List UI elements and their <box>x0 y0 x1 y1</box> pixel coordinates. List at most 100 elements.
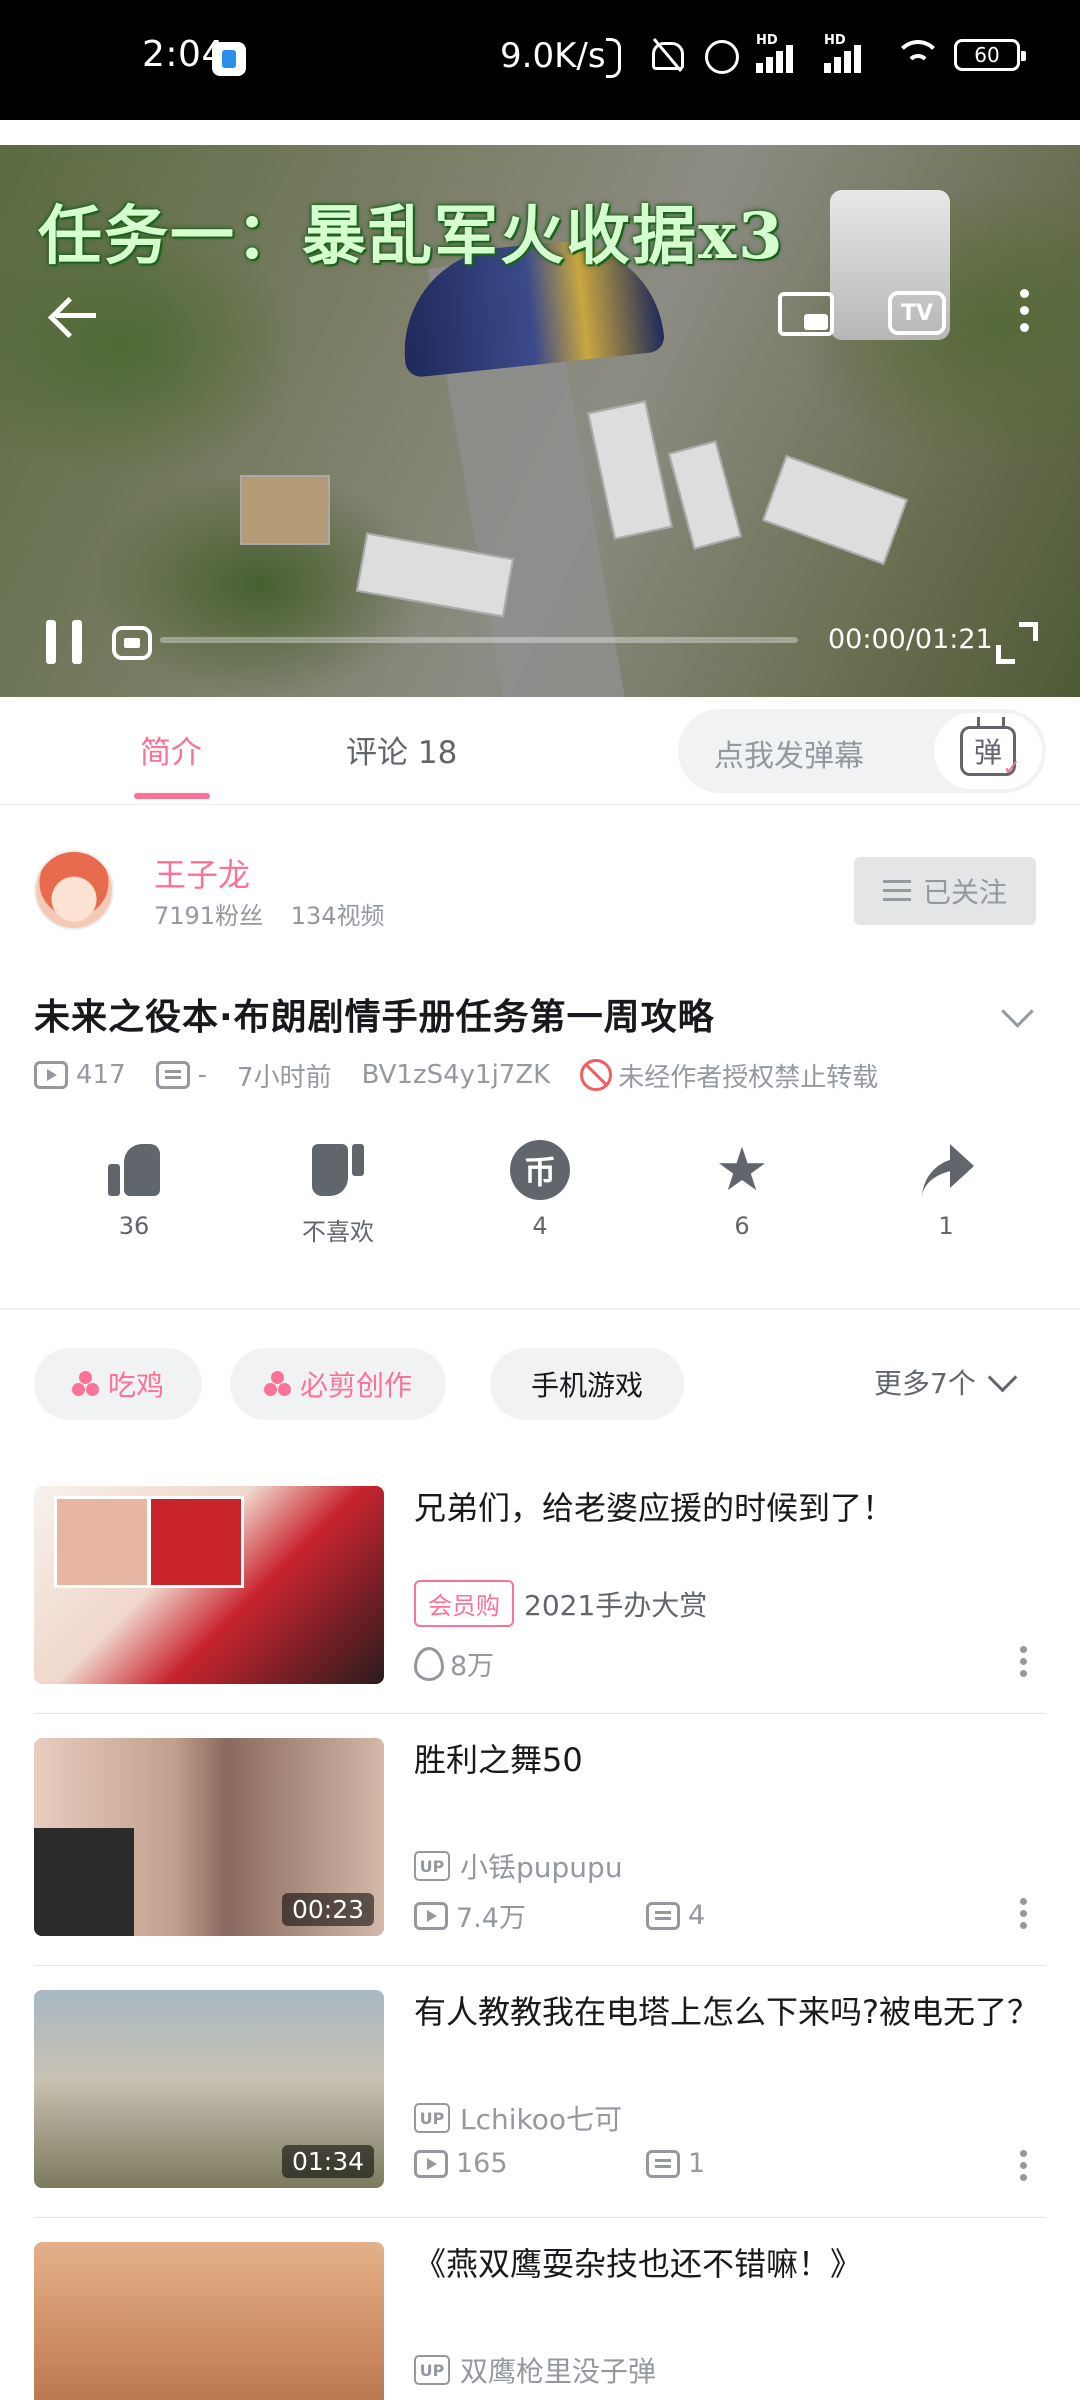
vip-badge: 会员购 <box>414 1580 514 1627</box>
thumbnail <box>34 2242 384 2400</box>
star-icon: ★ <box>715 1135 769 1205</box>
bluetooth-icon <box>594 36 632 78</box>
dislike-label: 不喜欢 <box>302 1218 374 1246</box>
danmaku-input[interactable]: 点我发弹幕 弹 <box>678 709 1046 793</box>
card-stat: 165 1 <box>414 2148 705 2179</box>
more-tags-button[interactable]: 更多7个 <box>874 1362 1014 1402</box>
share-icon <box>916 1140 976 1200</box>
network-speed: 9.0K/s <box>500 36 606 76</box>
tag-label: 手机游戏 <box>530 1369 643 1402</box>
status-icons: HD HD 60 <box>594 33 1026 78</box>
up-badge: UP <box>414 2355 450 2385</box>
uploader-fans: 7191粉丝 <box>154 902 264 930</box>
up-badge: UP <box>414 2103 450 2133</box>
tab-active-indicator <box>134 793 210 799</box>
scene-building <box>667 440 743 550</box>
tv-label: TV <box>900 300 934 326</box>
signal-icon-1: HD <box>756 33 808 73</box>
video-player[interactable]: 任务一：暴乱军火收据x3 TV <box>0 145 1080 697</box>
pause-icon[interactable] <box>46 620 82 664</box>
list-item[interactable]: 01:34 有人教教我在电塔上怎么下来吗?被电无了？ UP Lchikoo七可 … <box>0 1968 1080 2218</box>
mute-icon <box>648 36 686 74</box>
picture-in-picture-icon[interactable] <box>778 292 834 336</box>
time-readout: 00:00/01:21 <box>828 624 993 655</box>
video-meta: 417 - 7小时前 BV1zS4y1j7ZK 未经作者授权禁止转载 <box>34 1055 878 1095</box>
danmaku-placeholder: 点我发弹幕 <box>714 739 864 774</box>
card-title: 《燕双鹰耍杂技也还不错嘛！》 <box>414 2245 863 2283</box>
card-stat: 7.4万 4 <box>414 1896 705 1935</box>
divider <box>0 1308 1080 1310</box>
chevron-down-icon <box>988 1369 1014 1395</box>
danmaku-toggle-icon[interactable] <box>112 626 152 660</box>
play-count-icon <box>34 1061 68 1089</box>
dislike-button[interactable]: 不喜欢 <box>268 1140 408 1247</box>
scene-building <box>240 475 330 545</box>
thumbnail: 01:34 <box>34 1990 384 2188</box>
play-count-icon <box>414 2149 448 2178</box>
action-row: 36 不喜欢 币 4 ★ 6 1 <box>0 1140 1080 1260</box>
cast-tv-icon[interactable]: TV <box>888 291 946 335</box>
more-options-icon[interactable] <box>1020 1646 1028 1682</box>
tag-bijian[interactable]: 必剪创作 <box>230 1348 446 1420</box>
list-item[interactable]: 兄弟们，给老婆应援的时候到了！ 会员购 2021手办大赏 8万 <box>0 1464 1080 1714</box>
more-tags-label: 更多7个 <box>874 1367 976 1400</box>
back-arrow-icon[interactable] <box>50 295 100 335</box>
favorite-button[interactable]: ★ 6 <box>672 1140 812 1240</box>
avatar[interactable] <box>34 850 114 930</box>
tag-mobile-games[interactable]: 手机游戏 <box>490 1348 684 1420</box>
list-item[interactable]: 《燕双鹰耍杂技也还不错嘛！》 UP 双鹰枪里没子弹 <box>0 2220 1080 2400</box>
coin-icon: 币 <box>510 1140 570 1200</box>
list-item[interactable]: 00:23 胜利之舞50 UP 小铥pupupu 7.4万 4 <box>0 1716 1080 1966</box>
tab-intro[interactable]: 简介 <box>140 727 202 772</box>
divider <box>34 1965 1046 1966</box>
uploader-name[interactable]: 王子龙 <box>154 850 250 896</box>
more-options-icon[interactable] <box>1020 289 1030 339</box>
video-overlay-title: 任务一：暴乱军火收据x3 <box>38 199 785 274</box>
fullscreen-icon[interactable] <box>996 622 1038 664</box>
favorite-count: 6 <box>734 1212 750 1240</box>
card-stat: 8万 <box>414 1644 494 1683</box>
card-subtitle-text: 2021手办大赏 <box>524 1588 708 1622</box>
card-title: 有人教教我在电塔上怎么下来吗?被电无了？ <box>414 1993 1039 2031</box>
uploader-stats: 7191粉丝 134视频 <box>154 896 405 931</box>
more-options-icon[interactable] <box>1020 1898 1028 1934</box>
tab-comments[interactable]: 评论 18 <box>346 727 457 772</box>
duration-badge: 01:34 <box>281 2145 374 2178</box>
share-count: 1 <box>938 1212 954 1240</box>
thumbs-up-icon <box>104 1140 164 1200</box>
like-button[interactable]: 36 <box>64 1140 204 1240</box>
bvid: BV1zS4y1j7ZK <box>361 1060 551 1090</box>
uploader-videos: 134视频 <box>290 902 385 930</box>
channel-icon <box>71 1371 100 1397</box>
like-count: 36 <box>118 1212 150 1240</box>
more-options-icon[interactable] <box>1020 2150 1028 2186</box>
publish-time: 7小时前 <box>237 1062 332 1093</box>
chevron-down-icon[interactable] <box>1000 1000 1032 1032</box>
card-title: 兄弟们，给老婆应援的时候到了！ <box>414 1489 895 1527</box>
follow-label: 已关注 <box>922 876 1007 909</box>
coin-count: 4 <box>532 1212 548 1240</box>
tag-label: 吃鸡 <box>107 1369 164 1402</box>
progress-bar[interactable] <box>160 637 798 643</box>
copyright-notice: 未经作者授权禁止转载 <box>618 1062 879 1093</box>
video-title: 未来之役本·布朗剧情手册任务第一周攻略 <box>34 997 715 1038</box>
danmaku-count-icon <box>155 1061 190 1089</box>
danmaku-send-button[interactable]: 弹 <box>934 713 1042 789</box>
divider <box>34 1713 1046 1714</box>
card-title: 胜利之舞50 <box>414 1741 583 1779</box>
danmaku-count-icon <box>646 2149 680 2178</box>
play-count-icon <box>414 1901 448 1930</box>
danmaku-icon: 弹 <box>960 726 1021 781</box>
coin-button[interactable]: 币 4 <box>470 1140 610 1240</box>
status-bar: 2:04 9.0K/s HD HD 60 <box>0 0 1080 120</box>
forbid-icon <box>580 1059 613 1091</box>
follow-button[interactable]: 已关注 <box>854 857 1036 925</box>
battery-level: 60 <box>974 43 1000 67</box>
danmaku-count-icon <box>646 1901 680 1930</box>
signal-icon-2: HD <box>824 33 876 73</box>
thumbnail: 00:23 <box>34 1738 384 1936</box>
tag-chiji[interactable]: 吃鸡 <box>34 1348 202 1420</box>
share-button[interactable]: 1 <box>876 1140 1016 1240</box>
thumbnail <box>34 1486 384 1684</box>
time-current: 00:00 <box>828 624 906 655</box>
